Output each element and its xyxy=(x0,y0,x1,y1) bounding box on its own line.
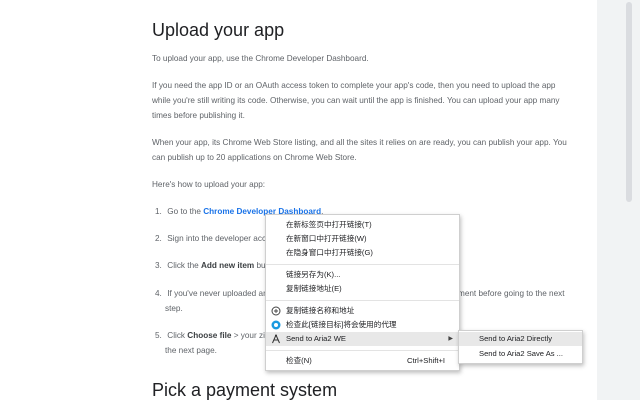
submenu-arrow-icon: ▶ xyxy=(448,336,453,342)
submenu-item-send-directly[interactable]: Send to Aria2 Directly xyxy=(459,332,582,346)
menu-item-label: 链接另存为(K)... xyxy=(286,270,341,279)
menu-item-label: 复制链接名称和地址 xyxy=(286,306,355,315)
step-number: 3. xyxy=(155,261,162,270)
menu-item-shortcut: Ctrl+Shift+I xyxy=(407,356,445,365)
menu-item-label: 复制链接地址(E) xyxy=(286,284,342,293)
paragraph-intro: To upload your app, use the Chrome Devel… xyxy=(152,54,369,63)
step-text: Go to the xyxy=(167,207,204,216)
step-text: > your zip xyxy=(231,331,270,340)
menu-item-open-incognito[interactable]: 在隐身窗口中打开链接(G) xyxy=(266,246,459,260)
step-text: If you've never uploaded an xyxy=(167,289,268,298)
step-4-tail: ment before going to the next xyxy=(458,289,565,298)
menu-item-open-new-window[interactable]: 在新窗口中打开链接(W) xyxy=(266,232,459,246)
heading-pick-payment-system: Pick a payment system xyxy=(152,380,338,400)
menu-separator xyxy=(266,264,459,265)
menu-item-copy-link-address[interactable]: 复制链接地址(E) xyxy=(266,282,459,296)
menu-item-save-link-as[interactable]: 链接另存为(K)... xyxy=(266,268,459,282)
proxy-check-icon xyxy=(271,320,281,330)
aria2-submenu: Send to Aria2 Directly Send to Aria2 Sav… xyxy=(458,330,583,364)
menu-item-label: Send to Aria2 Save As ... xyxy=(479,349,564,358)
step-text: Click xyxy=(167,331,188,340)
menu-item-label: Send to Aria2 WE xyxy=(286,334,346,343)
menu-item-label: 在隐身窗口中打开链接(G) xyxy=(286,248,373,257)
aria2-icon xyxy=(272,334,280,344)
menu-item-label: 在新标签页中打开链接(T) xyxy=(286,220,372,229)
paragraph-oauth: If you need the app ID or an OAuth acces… xyxy=(152,81,560,120)
menu-separator xyxy=(266,300,459,301)
menu-item-copy-link-name-address[interactable]: 复制链接名称和地址 xyxy=(266,304,459,318)
heading-upload-your-app: Upload your app xyxy=(152,20,285,40)
step-text: Click the xyxy=(167,261,201,270)
copy-link-extension-icon xyxy=(271,306,281,316)
step-number: 1. xyxy=(155,207,162,216)
submenu-item-send-save-as[interactable]: Send to Aria2 Save As ... xyxy=(459,347,582,361)
menu-item-label: 检查此[链接目标]将会使用的代理 xyxy=(286,320,397,329)
menu-item-inspect[interactable]: 检查(N) Ctrl+Shift+I xyxy=(266,354,459,368)
scrollbar-thumb[interactable] xyxy=(626,2,632,202)
context-menu: 在新标签页中打开链接(T) 在新窗口中打开链接(W) 在隐身窗口中打开链接(G)… xyxy=(265,214,460,371)
menu-separator xyxy=(266,350,459,351)
menu-item-label: Send to Aria2 Directly xyxy=(479,334,553,343)
step-number: 2. xyxy=(155,234,162,243)
paragraph-howto: Here's how to upload your app: xyxy=(152,180,266,189)
menu-item-open-new-tab[interactable]: 在新标签页中打开链接(T) xyxy=(266,218,459,232)
menu-item-check-proxy[interactable]: 检查此[链接目标]将会使用的代理 xyxy=(266,318,459,332)
choose-file-bold: Choose file xyxy=(187,331,232,340)
paragraph-publish: When your app, its Chrome Web Store list… xyxy=(152,138,567,162)
add-new-item-bold: Add new item xyxy=(200,261,255,270)
menu-item-label: 检查(N) xyxy=(286,356,312,365)
step-text: Sign into the developer acco xyxy=(167,234,271,243)
step-number: 4. xyxy=(155,289,162,298)
step-number: 5. xyxy=(155,331,162,340)
page-right-gutter xyxy=(597,0,640,400)
menu-item-send-to-aria2[interactable]: Send to Aria2 WE ▶ xyxy=(266,332,459,346)
menu-item-label: 在新窗口中打开链接(W) xyxy=(286,234,367,243)
